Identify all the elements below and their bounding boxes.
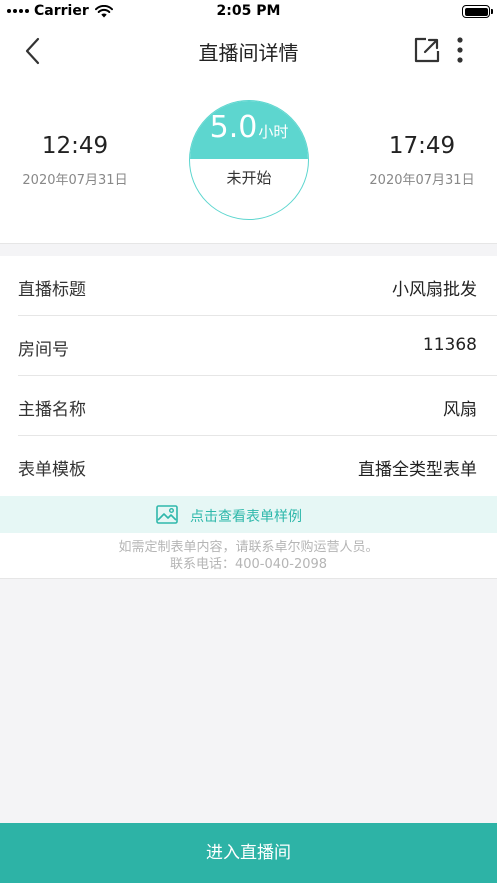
detail-value: 直播全类型表单 bbox=[358, 460, 477, 480]
end-block: 17:49 2020年07月31日 bbox=[347, 133, 497, 188]
nav-bar: 直播间详情 bbox=[0, 24, 497, 78]
start-time: 12:49 bbox=[41, 133, 109, 159]
duration-unit: 小时 bbox=[258, 123, 289, 141]
detail-row-room: 房间号 11368 bbox=[18, 316, 497, 376]
detail-row-title: 直播标题 小风扇批发 bbox=[18, 256, 497, 316]
duration-value: 5.0 bbox=[209, 110, 258, 145]
enter-live-room-button[interactable]: 进入直播间 bbox=[0, 823, 497, 883]
end-time: 17:49 bbox=[388, 133, 456, 159]
detail-label: 房间号 bbox=[18, 340, 69, 360]
view-form-sample-link[interactable]: 点击查看表单样例 bbox=[0, 496, 497, 533]
contact-phone: 联系电话：400-040-2098 bbox=[169, 557, 328, 572]
schedule-card: 12:49 2020年07月31日 5.0小时 未开始 17:49 2020年0… bbox=[0, 78, 497, 244]
detail-label: 主播名称 bbox=[18, 400, 86, 420]
image-icon bbox=[156, 505, 178, 524]
live-room-detail-page: Carrier 2:05 PM 直播间详情 12:49 2020年07月31日 … bbox=[0, 0, 497, 883]
more-vertical-icon[interactable] bbox=[452, 35, 468, 65]
sample-link-label: 点击查看表单样例 bbox=[190, 509, 302, 525]
detail-value: 11368 bbox=[422, 335, 477, 355]
detail-label: 表单模板 bbox=[18, 460, 86, 480]
detail-value: 风扇 bbox=[443, 400, 477, 420]
contact-notice: 如需定制表单内容，请联系卓尔购运营人员。 联系电话：400-040-2098 bbox=[0, 533, 497, 579]
status-bar: Carrier 2:05 PM bbox=[0, 0, 497, 24]
start-block: 12:49 2020年07月31日 bbox=[0, 133, 150, 188]
notice-line: 如需定制表单内容，请联系卓尔购运营人员。 bbox=[118, 540, 379, 555]
battery-icon bbox=[462, 5, 493, 18]
end-date: 2020年07月31日 bbox=[369, 173, 475, 188]
detail-list: 直播标题 小风扇批发 房间号 11368 主播名称 风扇 表单模板 直播全类型表… bbox=[0, 256, 497, 496]
start-date: 2020年07月31日 bbox=[22, 173, 128, 188]
share-icon[interactable] bbox=[413, 36, 441, 64]
duration-header: 5.0小时 bbox=[190, 101, 308, 159]
detail-row-form: 表单模板 直播全类型表单 bbox=[18, 436, 497, 496]
duration-badge: 5.0小时 未开始 bbox=[189, 100, 309, 220]
detail-row-host: 主播名称 风扇 bbox=[18, 376, 497, 436]
detail-label: 直播标题 bbox=[18, 280, 86, 300]
live-status: 未开始 bbox=[226, 169, 272, 187]
status-time: 2:05 PM bbox=[216, 3, 281, 19]
detail-value: 小风扇批发 bbox=[392, 280, 477, 300]
